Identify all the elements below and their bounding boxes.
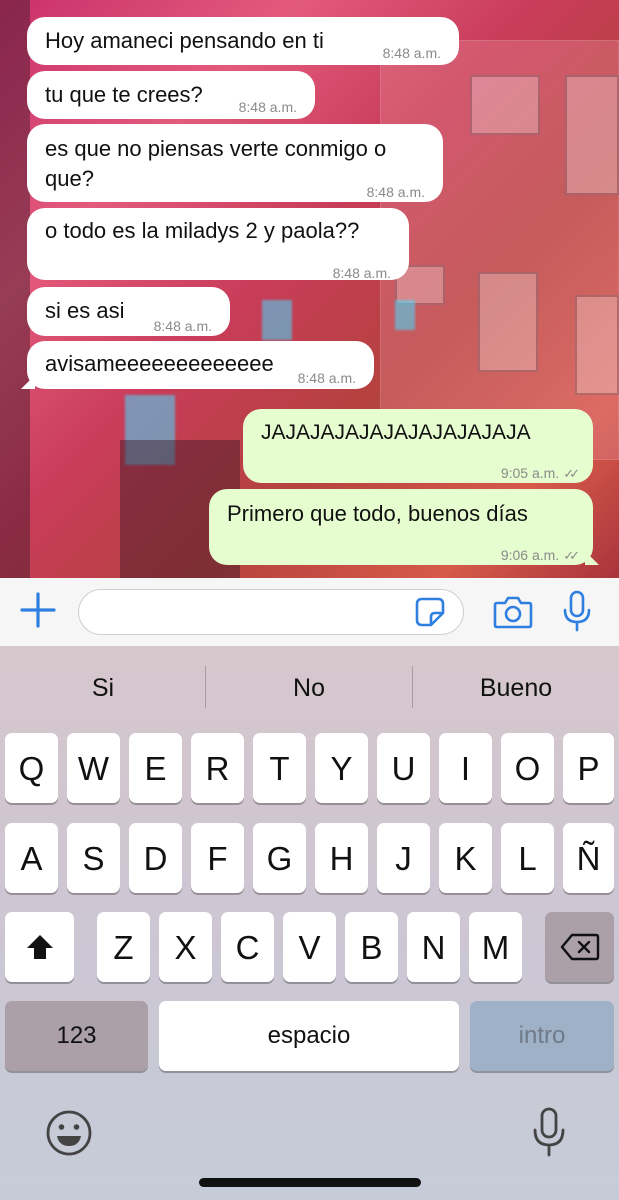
message-bubble-outgoing[interactable]: JAJAJAJAJAJAJAJAJAJAJA 9:05 a.m. ✓✓ (243, 409, 593, 483)
bubble-tail (585, 551, 599, 565)
dictation-mic-icon[interactable] (530, 1106, 568, 1158)
key[interactable]: P (563, 733, 614, 803)
message-bubble-incoming[interactable]: si es asi 8:48 a.m. (27, 287, 230, 336)
suggestion-item[interactable]: Si (0, 646, 206, 730)
key[interactable]: G (253, 823, 306, 893)
key[interactable]: V (283, 912, 336, 982)
key[interactable]: C (221, 912, 274, 982)
key[interactable]: L (501, 823, 554, 893)
key[interactable]: I (439, 733, 492, 803)
key[interactable]: N (407, 912, 460, 982)
home-indicator[interactable] (199, 1178, 421, 1187)
key[interactable]: R (191, 733, 244, 803)
read-ticks-icon: ✓✓ (563, 466, 580, 481)
key[interactable]: D (129, 823, 182, 893)
key[interactable]: Y (315, 733, 368, 803)
message-bubble-outgoing[interactable]: Primero que todo, buenos días 9:06 a.m. ✓… (209, 489, 599, 565)
message-time: 9:05 a.m. ✓✓ (500, 458, 580, 489)
key[interactable]: F (191, 823, 244, 893)
key[interactable]: W (67, 733, 120, 803)
key[interactable]: B (345, 912, 398, 982)
key[interactable]: S (67, 823, 120, 893)
sticker-icon[interactable] (414, 596, 446, 628)
chat-area[interactable]: Hoy amaneci pensando en ti 8:48 a.m. tu … (0, 0, 619, 578)
key[interactable]: J (377, 823, 430, 893)
key[interactable]: H (315, 823, 368, 893)
message-text: Hoy amaneci pensando en ti (45, 28, 324, 53)
key[interactable]: K (439, 823, 492, 893)
message-bubble-incoming[interactable]: avisameeeeeeeeeeeee 8:48 a.m. (21, 341, 374, 389)
suggestion-item[interactable]: No (206, 646, 412, 730)
message-bubble-incoming[interactable]: o todo es la miladys 2 y paola?? 8:48 a.… (27, 208, 409, 281)
numbers-key[interactable]: 123 (5, 1001, 148, 1071)
message-time: 8:48 a.m. (332, 265, 391, 281)
message-time: 8:48 a.m. (382, 45, 441, 61)
return-key[interactable]: intro (470, 1001, 614, 1071)
message-text: o todo es la miladys 2 y paola?? (45, 218, 360, 243)
message-time: 9:06 a.m. ✓✓ (500, 540, 580, 571)
key[interactable]: T (253, 733, 306, 803)
message-text: JAJAJAJAJAJAJAJAJAJAJA (261, 421, 531, 444)
camera-icon[interactable] (492, 594, 534, 630)
message-time-text: 9:06 a.m. (500, 547, 560, 563)
space-key[interactable]: espacio (159, 1001, 459, 1071)
message-bubble-incoming[interactable]: es que no piensas verte conmigo o que? 8… (27, 124, 443, 202)
microphone-icon[interactable] (562, 590, 592, 632)
backspace-icon (560, 933, 599, 961)
shift-icon (26, 935, 53, 959)
key[interactable]: Q (5, 733, 58, 803)
key[interactable]: U (377, 733, 430, 803)
key[interactable]: Ñ (563, 823, 614, 893)
message-time-text: 9:05 a.m. (500, 465, 560, 481)
plus-icon[interactable] (20, 592, 56, 628)
key[interactable]: E (129, 733, 182, 803)
message-text: Primero que todo, buenos días (227, 501, 528, 526)
read-ticks-icon: ✓✓ (563, 548, 580, 563)
key[interactable]: O (501, 733, 554, 803)
message-bubble-incoming[interactable]: tu que te crees? 8:48 a.m. (27, 71, 315, 119)
emoji-icon[interactable] (44, 1108, 94, 1158)
key[interactable]: Z (97, 912, 150, 982)
suggestion-item[interactable]: Bueno (413, 646, 619, 730)
message-input-bar (0, 578, 619, 646)
message-time: 8:48 a.m. (297, 370, 356, 386)
message-time: 8:48 a.m. (366, 184, 425, 200)
backspace-key[interactable] (545, 912, 614, 982)
key[interactable]: X (159, 912, 212, 982)
key[interactable]: A (5, 823, 58, 893)
message-input[interactable] (78, 589, 464, 635)
message-time: 8:48 a.m. (238, 99, 297, 115)
message-time: 8:48 a.m. (153, 318, 212, 334)
key[interactable]: M (469, 912, 522, 982)
message-bubble-incoming[interactable]: Hoy amaneci pensando en ti 8:48 a.m. (27, 17, 459, 65)
shift-key[interactable] (5, 912, 74, 982)
